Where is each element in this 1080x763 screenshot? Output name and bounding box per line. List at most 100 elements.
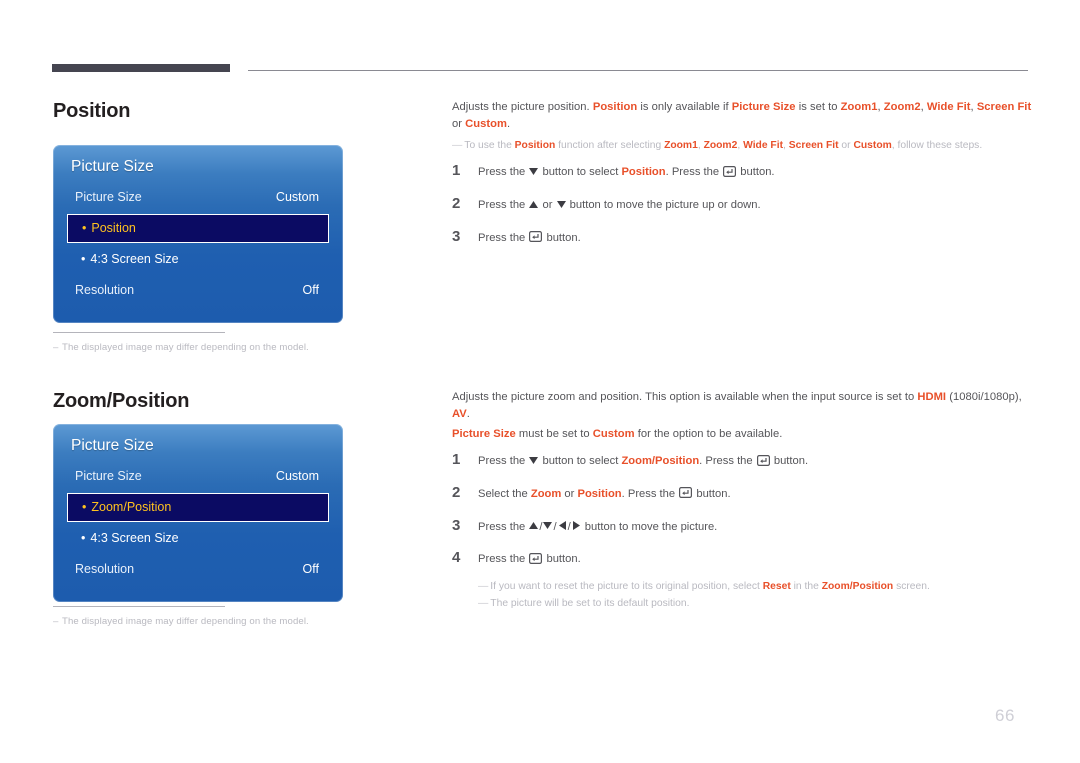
body-text: The picture will be set to its default p… [490, 597, 690, 609]
subnote-text: To use the Position function after selec… [464, 140, 982, 151]
body-text: button to select [539, 166, 622, 179]
dash-icon: — [478, 597, 489, 609]
osd-subitem-label: 4:3 Screen Size [90, 252, 179, 266]
enter-button-icon [679, 487, 693, 499]
step-number: 4 [452, 549, 461, 567]
osd-title: Picture Size [71, 158, 154, 175]
osd-subitem-43-screen-size[interactable]: • 4:3 Screen Size [67, 524, 329, 552]
body-text: . [506, 118, 511, 131]
step-number: 3 [452, 516, 461, 534]
body-text: button. [737, 166, 775, 179]
manual-page: Position Picture Size Picture Size Custo… [0, 0, 1080, 763]
body-text: is set to [795, 101, 841, 113]
step-text: Press the button. [478, 230, 581, 247]
step-text: Press the / / / button to move the picture… [478, 519, 717, 536]
emphasis-text: HDMI [917, 391, 947, 403]
arrow-up-icon [528, 520, 539, 531]
osd-subitem-43-screen-size[interactable]: • 4:3 Screen Size [67, 245, 329, 273]
body-text: or [452, 118, 466, 131]
note-divider [53, 332, 225, 333]
step-item: 1 Press the button to select Zoom/Positio… [452, 452, 1032, 470]
bullet-icon: • [82, 500, 87, 514]
emphasis-text: Zoom/Position [821, 581, 894, 593]
body-text: Adjusts the picture position. [452, 101, 593, 113]
note-label: The displayed image may differ depending… [62, 342, 309, 353]
osd-row-label: Resolution [75, 562, 135, 576]
arrow-up-icon [528, 199, 539, 210]
step-number: 2 [452, 194, 461, 212]
emphasis-text: Zoom/Position [621, 455, 700, 468]
body-text: Select the [478, 487, 531, 500]
steps-list-zoom-position: 1 Press the button to select Zoom/Positio… [452, 452, 1032, 568]
arrow-right-icon [571, 520, 582, 531]
body-text: in the [790, 581, 822, 593]
osd-subitem-zoom-position[interactable]: • Zoom/Position [67, 493, 329, 522]
header-rule [52, 64, 1028, 74]
body-text: or [539, 198, 556, 211]
step-item: 1 Press the button to select Position. Pr… [452, 163, 1032, 181]
bullet-icon: • [81, 252, 86, 266]
body-text: Press the [478, 166, 529, 179]
description-subnote: — To use the Position function after sele… [452, 138, 1032, 154]
osd-row-resolution[interactable]: Resolution Off [67, 275, 329, 305]
steps-list-position: 1 Press the button to select Position. Pr… [452, 163, 1032, 246]
osd-row-picture-size[interactable]: Picture Size Custom [67, 461, 329, 491]
emphasis-text: AV [452, 408, 467, 421]
description-line-2: Picture Size must be set to Custom for t… [452, 426, 1032, 443]
emphasis-text: Picture Size [731, 101, 796, 113]
emphasis-text: Zoom2 [703, 139, 738, 151]
tail-note: — If you want to reset the picture to its… [478, 579, 1032, 595]
dash-icon: — [452, 139, 463, 151]
section-body-zoom-position: Adjusts the picture zoom and position. T… [452, 389, 1032, 612]
enter-button-icon [529, 231, 543, 243]
arrow-down-icon [542, 520, 553, 531]
osd-row-label: Resolution [75, 283, 135, 297]
body-text: . Press the [621, 487, 679, 500]
dash-icon: — [478, 581, 489, 593]
body-text: screen. [893, 581, 930, 593]
enter-button-icon [756, 454, 770, 466]
description-line-1: Adjusts the picture zoom and position. T… [452, 389, 1032, 424]
osd-title: Picture Size [71, 437, 154, 454]
panel-note-1: – The displayed image may differ dependin… [53, 332, 393, 353]
step-text: Select the Zoom or Position. Press the b… [478, 486, 731, 503]
emphasis-text: Zoom [530, 487, 562, 500]
osd-subitem-position[interactable]: • Position [67, 214, 329, 243]
bullet-icon: • [82, 221, 87, 235]
body-text: Adjusts the picture zoom and position. T… [452, 391, 918, 403]
osd-row-label: Picture Size [75, 469, 142, 483]
body-text: Press the [478, 198, 529, 211]
osd-row-value: Custom [275, 469, 319, 483]
note-label: The displayed image may differ depending… [62, 616, 309, 627]
emphasis-text: Picture Size [452, 427, 516, 440]
osd-row-picture-size[interactable]: Picture Size Custom [67, 182, 329, 212]
page-number: 66 [995, 706, 1015, 725]
osd-panel-position: Picture Size Picture Size Custom • Positi… [53, 145, 343, 323]
emphasis-text: Position [514, 139, 556, 151]
body-text: is only available if [637, 101, 732, 113]
osd-panel-zoom-position: Picture Size Picture Size Custom • Zoom/P… [53, 424, 343, 602]
header-rule-thin [248, 70, 1028, 71]
emphasis-text: Custom [592, 427, 635, 440]
description-line-1: Adjusts the picture position. Position i… [452, 99, 1032, 134]
emphasis-text: Screen Fit [788, 139, 839, 151]
body-text: Press the [478, 455, 529, 468]
osd-row-resolution[interactable]: Resolution Off [67, 554, 329, 584]
bullet-icon: • [81, 531, 86, 545]
body-text: function after selecting [555, 139, 665, 151]
emphasis-text: Position [592, 101, 638, 113]
osd-subitem-label: 4:3 Screen Size [90, 531, 179, 545]
osd-row-value: Off [302, 283, 319, 297]
body-text: button to move the picture. [581, 520, 718, 533]
dash-icon: – [53, 616, 59, 627]
step-text: Press the button to select Zoom/Position… [478, 453, 808, 470]
page-title-zoom-position: Zoom/Position [53, 390, 190, 412]
emphasis-text: Position [577, 487, 622, 500]
step-item: 3 Press the / / / button to move the pictur… [452, 518, 1032, 536]
tail-notes: — If you want to reset the picture to its… [478, 579, 1032, 612]
arrow-down-icon [556, 199, 567, 210]
tail-note: — The picture will be set to its default … [478, 596, 1032, 612]
body-text: button. [770, 455, 809, 468]
body-text: or [838, 139, 854, 151]
body-text: To use the [464, 139, 515, 151]
